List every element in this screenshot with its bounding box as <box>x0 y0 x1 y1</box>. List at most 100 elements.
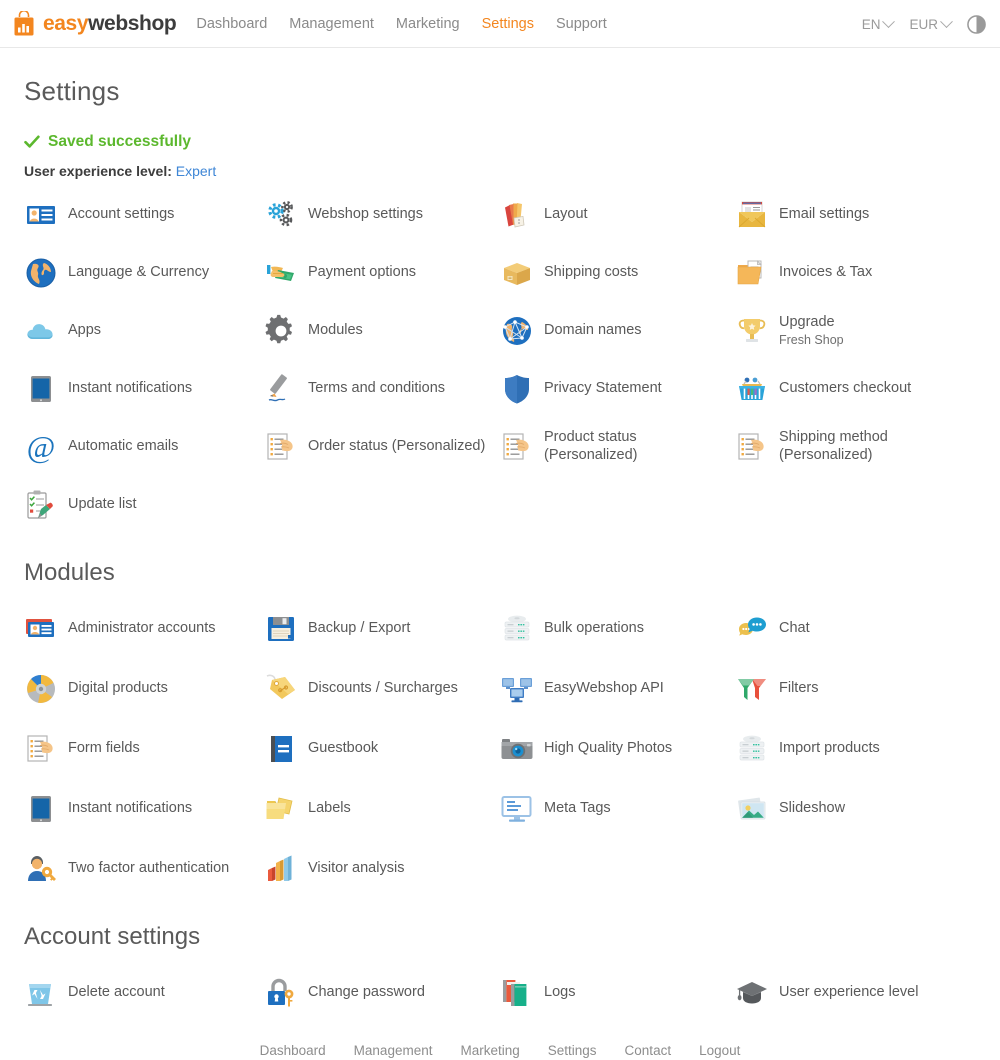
tile-labels[interactable]: Labels <box>264 785 500 833</box>
tile-easywebshop-api[interactable]: EasyWebshop API <box>500 665 735 713</box>
tile-label: Upgrade <box>779 313 835 330</box>
language-selector[interactable]: EN <box>861 14 896 32</box>
nav-item-management[interactable]: Management <box>289 16 374 32</box>
tile-change-password[interactable]: Change password <box>264 969 500 1017</box>
tile-apps[interactable]: Apps <box>24 307 264 355</box>
nav-item-settings[interactable]: Settings <box>482 16 534 32</box>
tile-modules[interactable]: Modules <box>264 307 500 355</box>
tile-label: Account settings <box>68 206 175 223</box>
tile-customers-checkout[interactable]: Customers checkout <box>735 365 980 413</box>
tile-slideshow[interactable]: Slideshow <box>735 785 980 833</box>
tile-label: Discounts / Surcharges <box>308 680 458 697</box>
tile-label-wrap: Upgrade Fresh Shop <box>779 314 844 348</box>
tile-privacy-statement[interactable]: Privacy Statement <box>500 365 735 413</box>
tile-label-wrap: Filters <box>779 680 818 698</box>
nav-item-support[interactable]: Support <box>556 16 607 32</box>
gear-icon <box>264 314 298 348</box>
tile-form-fields[interactable]: Form fields <box>24 725 264 773</box>
footer-link-logout[interactable]: Logout <box>699 1043 740 1058</box>
tile-label: Administrator accounts <box>68 620 216 637</box>
nav-item-marketing[interactable]: Marketing <box>396 16 460 32</box>
tile-email-settings[interactable]: Email settings <box>735 191 980 239</box>
tile-label-wrap: Slideshow <box>779 800 845 818</box>
tile-backup-export[interactable]: Backup / Export <box>264 605 500 653</box>
tile-instant-notifications-module[interactable]: Instant notifications <box>24 785 264 833</box>
cloud-icon <box>24 314 58 348</box>
shopping-basket-icon <box>735 372 769 406</box>
contrast-half-circle-icon[interactable] <box>967 14 986 34</box>
page-title: Settings <box>24 76 120 106</box>
section-title-account-settings: Account settings <box>24 923 201 950</box>
tile-filters[interactable]: Filters <box>735 665 980 713</box>
tile-label: Payment options <box>308 264 417 281</box>
tile-instant-notifications[interactable]: Instant notifications <box>24 365 264 413</box>
tile-label: Instant notifications <box>68 800 193 817</box>
tile-order-status-personalized[interactable]: Order status (Personalized) <box>264 423 500 471</box>
tile-terms-and-conditions[interactable]: Terms and conditions <box>264 365 500 413</box>
tile-user-experience-level[interactable]: User experience level <box>735 969 980 1017</box>
tile-visitor-analysis[interactable]: Visitor analysis <box>264 845 500 893</box>
tile-meta-tags[interactable]: Meta Tags <box>500 785 735 833</box>
tile-label-wrap: Invoices & Tax <box>779 264 872 282</box>
tile-two-factor-authentication[interactable]: Two factor authentication <box>24 845 264 893</box>
tile-label: Update list <box>68 496 137 513</box>
currency-selector[interactable]: EUR <box>909 14 953 32</box>
tile-administrator-accounts[interactable]: Administrator accounts <box>24 605 264 653</box>
tile-layout[interactable]: Layout <box>500 191 735 239</box>
language-value: EN <box>861 16 881 32</box>
tile-account-settings[interactable]: Account settings <box>24 191 264 239</box>
tile-label-wrap: Product status (Personalized) <box>544 429 638 464</box>
tile-label: EasyWebshop API <box>544 680 664 697</box>
blue-book-icon <box>264 732 298 766</box>
tile-label-wrap: Order status (Personalized) <box>308 438 485 456</box>
tile-label-wrap: User experience level <box>779 984 918 1002</box>
tile-update-list[interactable]: Update list <box>24 481 264 529</box>
server-stack-icon <box>500 612 534 646</box>
tile-label-wrap: Discounts / Surcharges <box>308 680 458 698</box>
at-sign-icon: @ <box>24 429 58 464</box>
tile-automatic-emails[interactable]: @ Automatic emails <box>24 423 264 471</box>
tile-logs[interactable]: Logs <box>500 969 735 1017</box>
tile-label: Delete account <box>68 984 165 1001</box>
footer-link-management[interactable]: Management <box>354 1043 433 1058</box>
tile-domain-names[interactable]: Domain names <box>500 307 735 355</box>
tile-invoices-tax[interactable]: Invoices & Tax <box>735 249 980 297</box>
tile-webshop-settings[interactable]: Webshop settings <box>264 191 500 239</box>
tile-shipping-costs[interactable]: Shipping costs <box>500 249 735 297</box>
user-experience-level-value-link[interactable]: Expert <box>176 163 216 179</box>
nav-item-dashboard[interactable]: Dashboard <box>196 16 267 32</box>
tile-guestbook[interactable]: Guestbook <box>264 725 500 773</box>
tile-label-line2: (Personalized) <box>544 447 638 463</box>
tile-label: Import products <box>779 740 880 757</box>
footer-link-marketing[interactable]: Marketing <box>460 1043 519 1058</box>
tile-upgrade[interactable]: Upgrade Fresh Shop <box>735 307 980 355</box>
tile-label-wrap: Language & Currency <box>68 264 209 282</box>
brand-logo-link[interactable]: easywebshop <box>12 9 177 37</box>
tile-label: Instant notifications <box>68 380 193 397</box>
top-right-controls: EN EUR <box>862 0 986 48</box>
tile-bulk-operations[interactable]: Bulk operations <box>500 605 735 653</box>
pen-signature-icon <box>264 372 298 406</box>
tile-delete-account[interactable]: Delete account <box>24 969 264 1017</box>
footer-link-contact[interactable]: Contact <box>625 1043 672 1058</box>
tile-label-wrap: Shipping method (Personalized) <box>779 429 888 464</box>
tile-payment-options[interactable]: Payment options <box>264 249 500 297</box>
checklist-hand-icon <box>264 430 298 464</box>
tile-digital-products[interactable]: Digital products <box>24 665 264 713</box>
tile-label-wrap: Form fields <box>68 740 140 758</box>
tile-label-wrap: Domain names <box>544 322 642 340</box>
tile-discounts-surcharges[interactable]: Discounts / Surcharges <box>264 665 500 713</box>
tile-label-wrap: Delete account <box>68 984 165 1002</box>
tile-high-quality-photos[interactable]: High Quality Photos <box>500 725 735 773</box>
tile-language-currency[interactable]: Language & Currency <box>24 249 264 297</box>
books-icon <box>500 976 534 1010</box>
folder-document-icon <box>735 256 769 290</box>
tile-import-products[interactable]: Import products <box>735 725 980 773</box>
tile-product-status-personalized[interactable]: Product status (Personalized) <box>500 423 735 471</box>
tile-label-wrap: Webshop settings <box>308 206 423 224</box>
footer-link-dashboard[interactable]: Dashboard <box>260 1043 326 1058</box>
shopping-bag-chart-logo-icon <box>12 9 36 37</box>
tile-chat[interactable]: Chat <box>735 605 980 653</box>
tile-shipping-method-personalized[interactable]: Shipping method (Personalized) <box>735 423 980 471</box>
footer-link-settings[interactable]: Settings <box>548 1043 597 1058</box>
